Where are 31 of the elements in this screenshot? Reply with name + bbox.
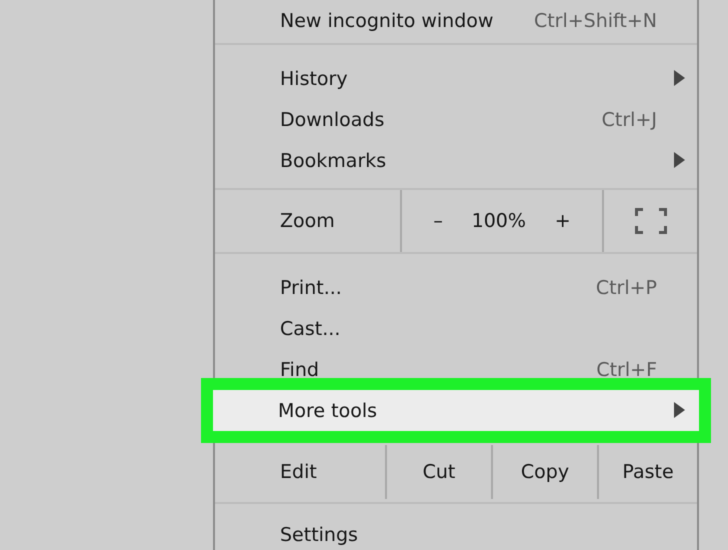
menu-item[interactable]: History [215,58,697,99]
menu-item-label: Cast... [280,318,340,340]
shortcut-label: Ctrl+J [602,108,657,130]
menu-item[interactable]: Bookmarks [215,140,697,181]
menu-item-label: More tools [278,400,378,422]
edit-action-button[interactable]: Cut [385,445,491,499]
menu-item[interactable]: Cast... [215,308,697,349]
menu-item-label: Print... [280,276,342,298]
menu-item-label: Find [280,358,319,380]
zoom-out-button[interactable]: – [427,210,449,232]
edit-action-button[interactable]: Paste [597,445,697,499]
menu-item[interactable]: More tools [213,390,699,431]
shortcut-label: Ctrl+P [596,276,657,298]
edit-label: Edit [280,461,317,483]
shortcut-label: Ctrl+F [596,358,657,380]
menu-item[interactable]: New incognito window Ctrl+Shift+N [215,0,697,41]
zoom-label: Zoom [280,210,335,232]
zoom-level: 100% [472,210,526,232]
menu-item-label: History [280,68,348,90]
menu-item-label: New incognito window [280,10,494,32]
menu-item[interactable]: Downloads Ctrl+J [215,99,697,140]
menu-item[interactable]: Find Ctrl+F [215,349,697,390]
shortcut-label: Ctrl+Shift+N [534,10,657,32]
menu-item-label: Bookmarks [280,150,386,172]
fullscreen-icon[interactable] [634,208,666,234]
menu-item[interactable]: Print... Ctrl+P [215,267,697,308]
zoom-in-button[interactable]: + [548,210,577,232]
menu-item[interactable]: Settings [215,514,697,550]
menu-item-label: Settings [280,524,358,546]
menu-item-label: Downloads [280,108,384,130]
edit-action-button[interactable]: Copy [491,445,597,499]
